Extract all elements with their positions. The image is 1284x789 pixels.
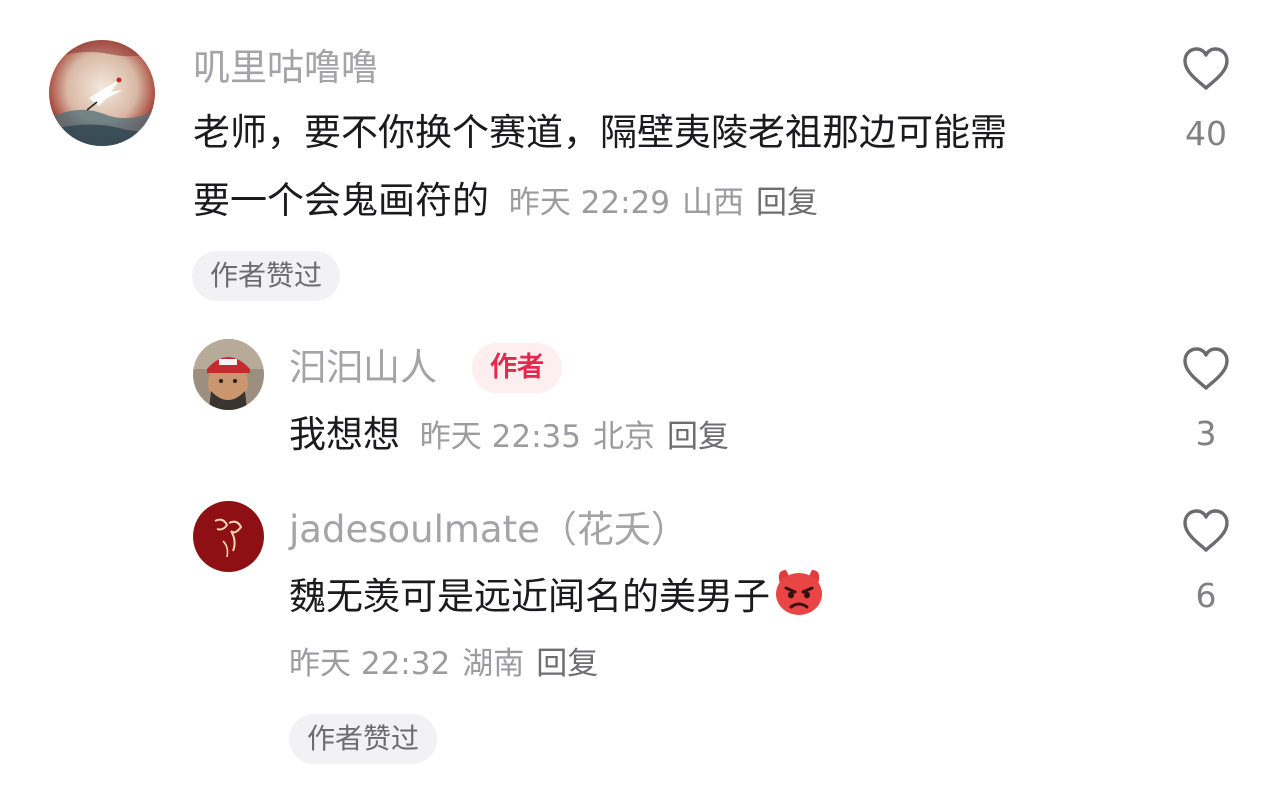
heart-outline-icon	[1183, 347, 1229, 390]
heart-outline-icon	[1183, 47, 1229, 90]
comment-meta: 昨天 22:29 山西 回复	[509, 185, 830, 221]
username[interactable]: 叽里咕噜噜	[193, 46, 378, 90]
comment-meta: 昨天 22:35 北京 回复	[420, 419, 741, 455]
comment-time: 昨天 22:32	[289, 646, 451, 682]
like-button[interactable]	[1181, 46, 1231, 92]
comment-location: 山西	[681, 185, 744, 221]
reply-button[interactable]: 回复	[756, 185, 818, 221]
author-liked-badge: 作者赞过	[289, 714, 438, 764]
comment-location: 北京	[592, 419, 655, 455]
comment-meta: 昨天 22:32 湖南 回复	[289, 644, 610, 684]
comment-text: 我想想	[289, 413, 400, 456]
like-button[interactable]	[1181, 508, 1231, 554]
comment-location: 湖南	[462, 646, 525, 682]
crane-painting-avatar	[49, 40, 155, 146]
user-avatar[interactable]	[49, 40, 155, 146]
heart-outline-icon	[1183, 509, 1229, 552]
comment-text: 魏无羡可是远近闻名的美男子	[289, 575, 770, 618]
like-button[interactable]	[1181, 346, 1231, 392]
reply-button[interactable]: 回复	[667, 419, 729, 455]
user-avatar[interactable]	[193, 339, 264, 410]
author-liked-badge: 作者赞过	[192, 251, 341, 301]
username[interactable]: 汩汩山人	[289, 346, 437, 390]
like-count: 3	[1195, 414, 1217, 453]
like-count: 6	[1195, 576, 1217, 615]
comment-text-line: 我想想 昨天 22:35 北京 回复	[289, 402, 741, 470]
comment-time: 昨天 22:35	[419, 419, 581, 455]
man-red-cap-avatar	[193, 339, 264, 410]
comment-text-line: 要一个会鬼画符的 昨天 22:29 山西 回复	[193, 168, 830, 236]
comment-text-line: 老师，要不你换个赛道，隔壁夷陵老祖那边可能需	[193, 111, 1007, 154]
comment-text-line: 魏无羡可是远近闻名的美男子	[289, 564, 826, 630]
reply-button[interactable]: 回复	[536, 646, 598, 682]
user-avatar[interactable]	[193, 501, 264, 572]
angry-face-emoji	[776, 570, 822, 615]
author-tag: 作者	[472, 343, 562, 393]
comment-time: 昨天 22:29	[508, 185, 670, 221]
username[interactable]: jadesoulmate（花夭）	[289, 508, 688, 552]
red-calligraphy-avatar	[193, 501, 264, 572]
like-count: 40	[1185, 114, 1227, 153]
comment-text: 要一个会鬼画符的	[193, 179, 489, 222]
